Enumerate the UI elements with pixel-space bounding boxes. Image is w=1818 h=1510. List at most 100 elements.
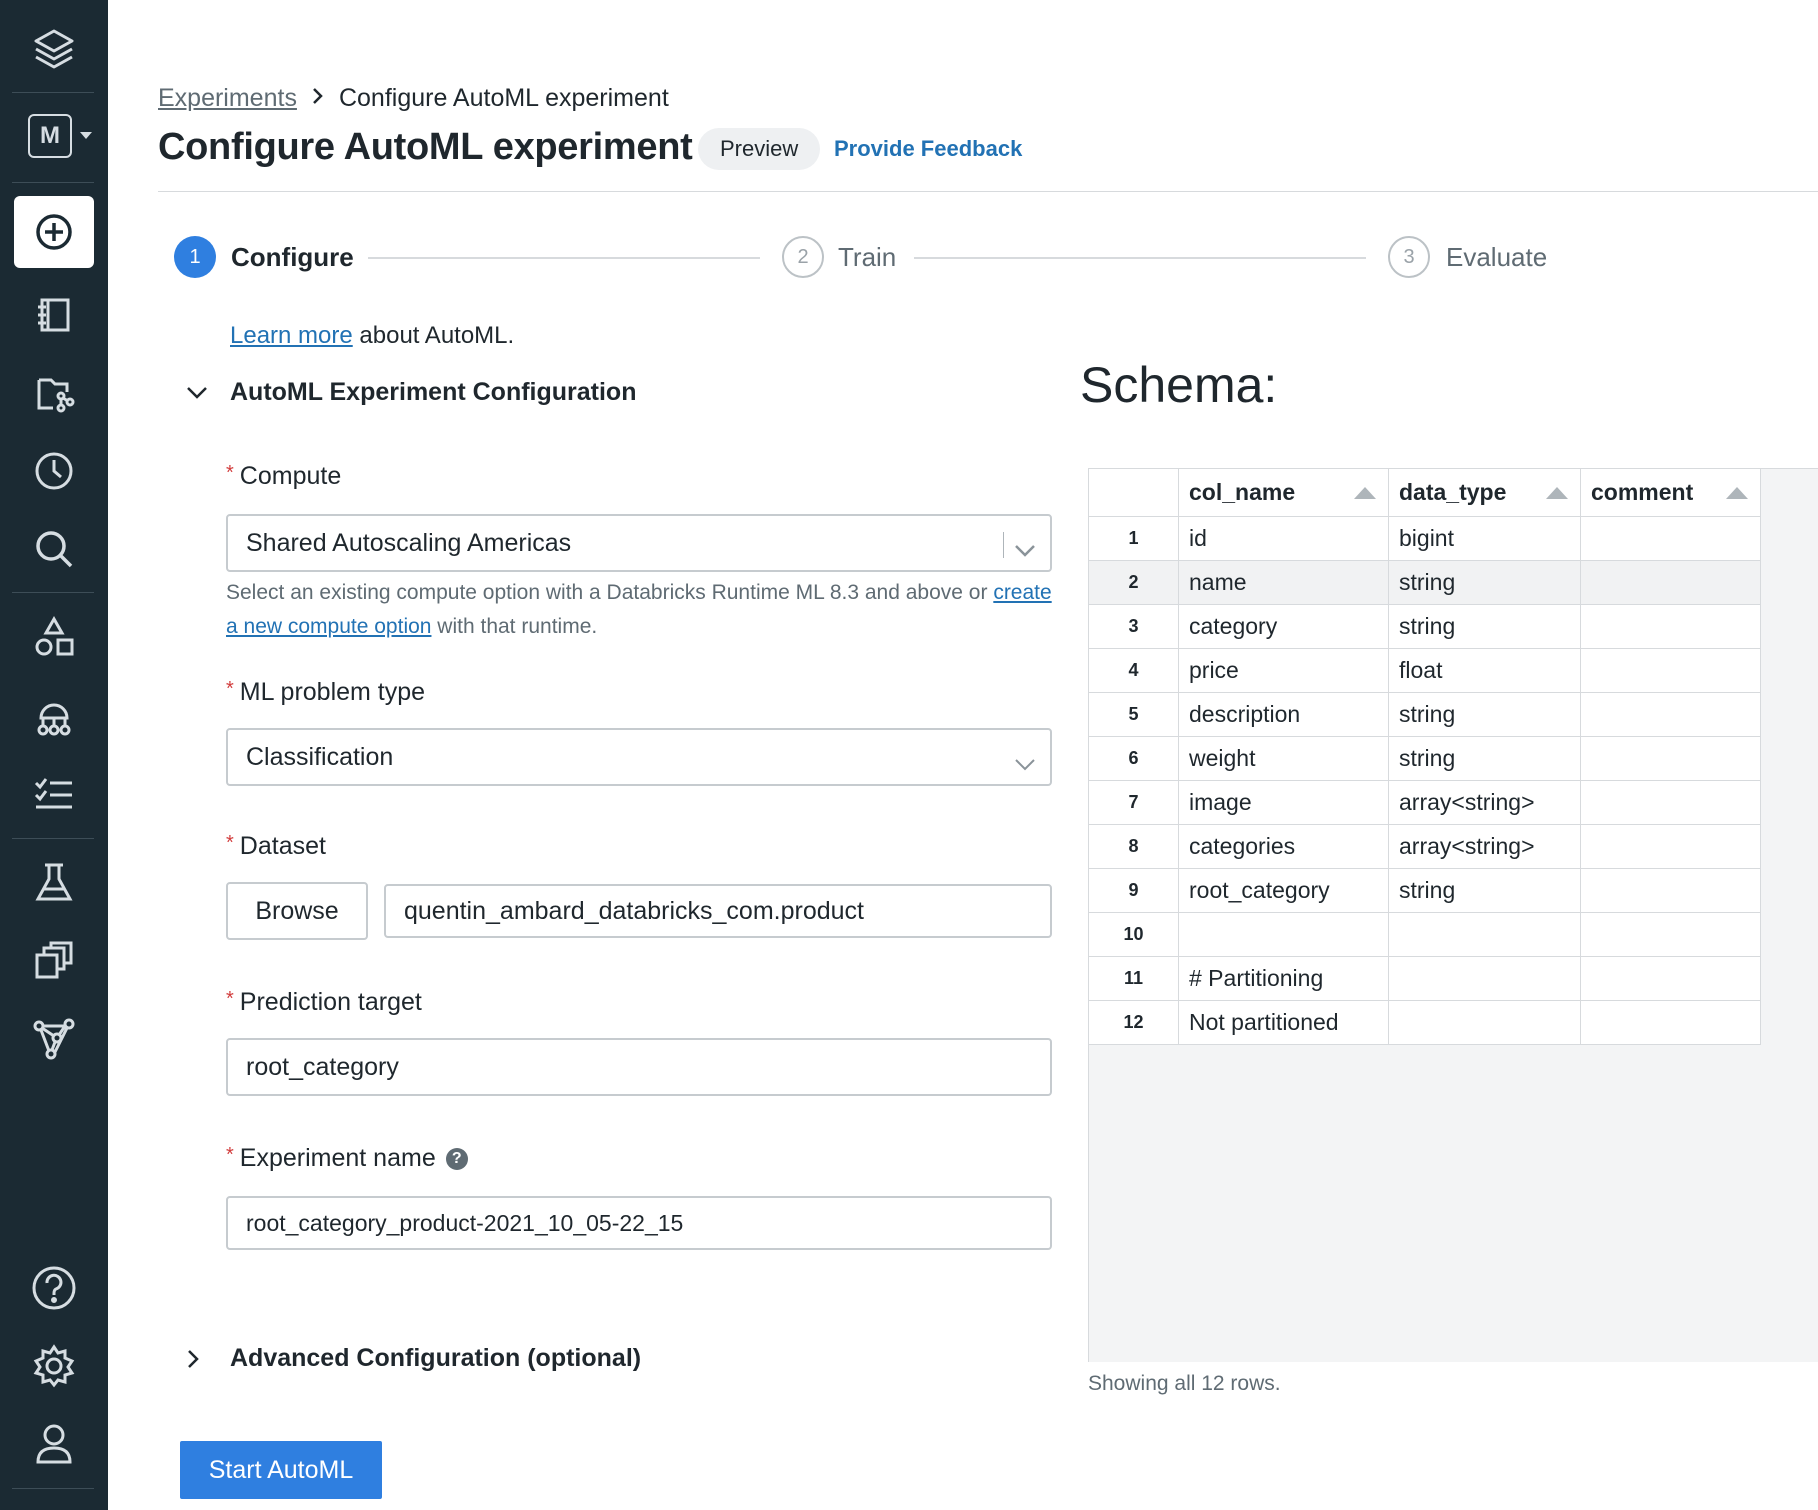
- learn-more-link[interactable]: Learn more: [230, 322, 353, 349]
- user-account-icon[interactable]: [0, 1416, 108, 1472]
- col-name-header[interactable]: col_name: [1178, 468, 1389, 517]
- col-name-cell: # Partitioning: [1178, 956, 1389, 1001]
- layers-logo-icon[interactable]: [0, 20, 108, 78]
- col-name-cell: category: [1178, 604, 1389, 649]
- provide-feedback-link[interactable]: Provide Feedback: [834, 136, 1022, 162]
- row-number-cell: 12: [1088, 1000, 1179, 1045]
- breadcrumb-experiments-link[interactable]: Experiments: [158, 84, 297, 113]
- row-number-cell: 1: [1088, 516, 1179, 561]
- chevron-right-icon: [311, 86, 325, 112]
- compute-select[interactable]: Shared Autoscaling Americas: [226, 514, 1052, 572]
- table-row[interactable]: 5 description string: [1088, 692, 1761, 737]
- table-row[interactable]: 6 weight string: [1088, 736, 1761, 781]
- comment-cell: [1580, 736, 1761, 781]
- data-type-header[interactable]: data_type: [1388, 468, 1581, 517]
- problem-type-label: * ML problem type: [226, 678, 426, 706]
- repos-icon[interactable]: [0, 368, 108, 418]
- col-name-cell: weight: [1178, 736, 1389, 781]
- experiments-flask-icon[interactable]: [0, 856, 108, 910]
- col-name-cell: categories: [1178, 824, 1389, 869]
- experiment-name-input[interactable]: root_category_product-2021_10_05-22_15: [226, 1196, 1052, 1250]
- table-row[interactable]: 10: [1088, 912, 1761, 957]
- comment-cell: [1580, 648, 1761, 693]
- chevron-down-icon[interactable]: [186, 386, 230, 400]
- row-number-cell: 9: [1088, 868, 1179, 913]
- comment-cell: [1580, 516, 1761, 561]
- compute-helper-text: Select an existing compute option with a…: [226, 581, 1052, 638]
- table-row[interactable]: 9 root_category string: [1088, 868, 1761, 913]
- data-type-cell: bigint: [1388, 516, 1581, 561]
- browse-button[interactable]: Browse: [226, 882, 368, 940]
- dataset-label: * Dataset: [226, 832, 326, 860]
- automl-config-section-header[interactable]: AutoML Experiment Configuration: [186, 378, 636, 407]
- table-row[interactable]: 8 categories array<string>: [1088, 824, 1761, 869]
- row-number-header: [1088, 468, 1179, 517]
- row-number-cell: 2: [1088, 560, 1179, 605]
- page-title: Configure AutoML experiment: [158, 126, 693, 168]
- comment-cell: [1580, 692, 1761, 737]
- help-icon[interactable]: [0, 1260, 108, 1316]
- question-help-icon[interactable]: ?: [445, 1148, 468, 1171]
- search-icon[interactable]: [0, 524, 108, 574]
- sort-up-icon[interactable]: [1354, 487, 1376, 499]
- table-row[interactable]: 2 name string: [1088, 560, 1761, 605]
- data-type-cell: float: [1388, 648, 1581, 693]
- step-configure-label: Configure: [231, 242, 354, 272]
- table-row[interactable]: 7 image array<string>: [1088, 780, 1761, 825]
- chevron-right-icon[interactable]: [186, 1348, 230, 1370]
- schema-table: col_name data_type comment 1 id bigint 2 nam…: [1088, 468, 1761, 1045]
- table-row[interactable]: 4 price float: [1088, 648, 1761, 693]
- jobs-checklist-icon[interactable]: [0, 768, 108, 822]
- col-name-cell: description: [1178, 692, 1389, 737]
- data-type-cell: string: [1388, 868, 1581, 913]
- partner-connect-icon[interactable]: [0, 1012, 108, 1066]
- experiment-name-label: * Experiment name?: [226, 1144, 468, 1173]
- table-row[interactable]: 11 # Partitioning: [1088, 956, 1761, 1001]
- step-connector: [914, 257, 1366, 259]
- recents-clock-icon[interactable]: [0, 446, 108, 496]
- data-shapes-icon[interactable]: [0, 610, 108, 664]
- chevron-down-icon[interactable]: [1014, 536, 1036, 565]
- preview-badge: Preview: [698, 128, 821, 170]
- comment-cell: [1580, 956, 1761, 1001]
- col-name-cell: id: [1178, 516, 1389, 561]
- data-type-cell: [1388, 912, 1581, 957]
- chevron-down-icon[interactable]: [1014, 750, 1036, 779]
- table-row[interactable]: 3 category string: [1088, 604, 1761, 649]
- table-row[interactable]: 12 Not partitioned: [1088, 1000, 1761, 1045]
- data-type-cell: [1388, 956, 1581, 1001]
- step-2-circle: 2: [782, 236, 824, 278]
- model-registry-icon[interactable]: [0, 934, 108, 988]
- comment-cell: [1580, 868, 1761, 913]
- comment-cell: [1580, 824, 1761, 869]
- learn-more-text: Learn more about AutoML.: [230, 322, 515, 349]
- comment-cell: [1580, 1000, 1761, 1045]
- col-name-cell: price: [1178, 648, 1389, 693]
- col-name-cell: [1178, 912, 1389, 957]
- comment-cell: [1580, 912, 1761, 957]
- breadcrumb-current: Configure AutoML experiment: [338, 84, 669, 112]
- data-type-cell: string: [1388, 736, 1581, 781]
- sort-up-icon[interactable]: [1726, 487, 1748, 499]
- step-train-label: Train: [838, 242, 897, 272]
- problem-type-select[interactable]: Classification: [226, 728, 1052, 786]
- data-type-cell: array<string>: [1388, 780, 1581, 825]
- start-automl-button[interactable]: Start AutoML: [180, 1441, 382, 1499]
- col-name-cell: image: [1178, 780, 1389, 825]
- row-number-cell: 7: [1088, 780, 1179, 825]
- data-type-cell: string: [1388, 692, 1581, 737]
- settings-gear-icon[interactable]: [0, 1338, 108, 1394]
- dataset-input[interactable]: quentin_ambard_databricks_com.product: [384, 884, 1052, 938]
- clusters-icon[interactable]: [0, 690, 108, 744]
- row-count-text: Showing all 12 rows.: [1088, 1372, 1281, 1395]
- create-plus-icon[interactable]: [14, 196, 94, 268]
- notebook-icon[interactable]: [0, 290, 108, 340]
- row-number-cell: 4: [1088, 648, 1179, 693]
- prediction-target-label: * Prediction target: [226, 988, 422, 1016]
- sort-up-icon[interactable]: [1546, 487, 1568, 499]
- table-row[interactable]: 1 id bigint: [1088, 516, 1761, 561]
- data-type-cell: string: [1388, 604, 1581, 649]
- comment-header[interactable]: comment: [1580, 468, 1761, 517]
- prediction-target-input[interactable]: root_category: [226, 1038, 1052, 1096]
- advanced-config-section-header[interactable]: Advanced Configuration (optional): [186, 1344, 641, 1373]
